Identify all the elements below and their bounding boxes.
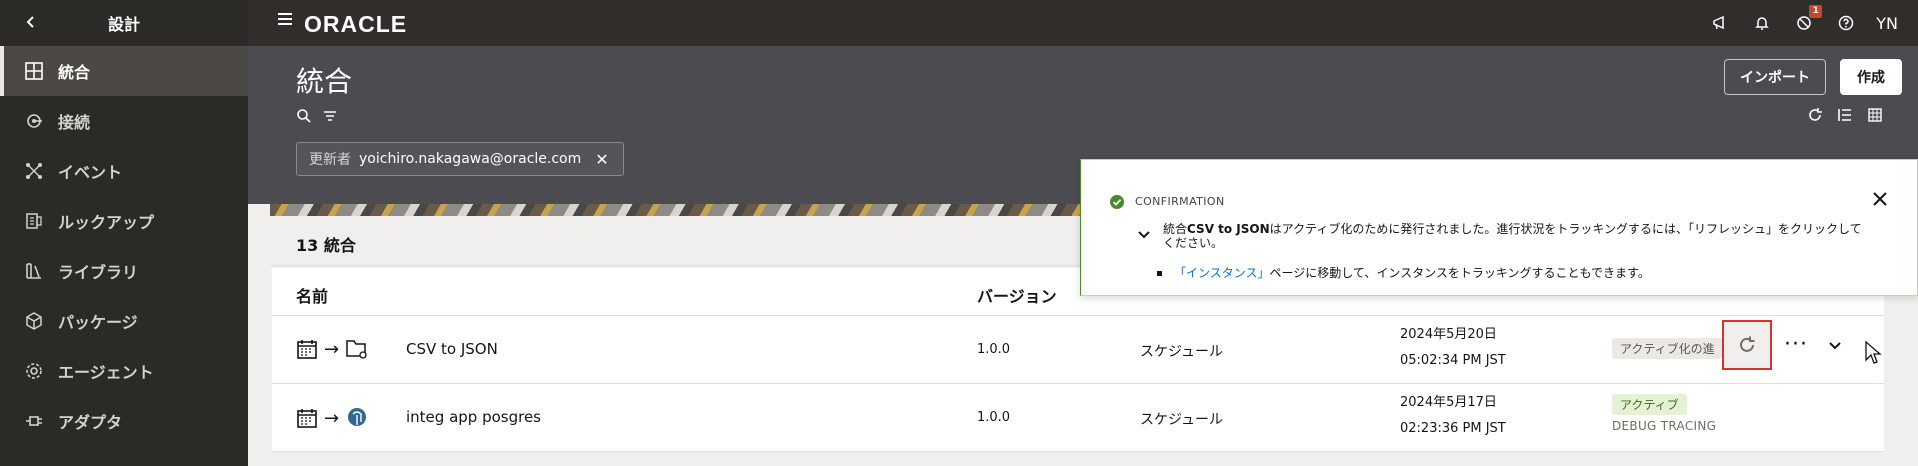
status-badge: アクティブ <box>1612 394 1687 415</box>
integration-version: 1.0.0 <box>977 410 1011 425</box>
last-updated: 2024年5月20日 05:02:34 PM JST <box>1400 322 1506 374</box>
back-button[interactable] <box>20 11 42 33</box>
sidebar-item-label: 接続 <box>58 113 91 132</box>
grid-view-icon[interactable] <box>1866 106 1884 124</box>
toast-message: 統合CSV to JSONはアクティブ化のために発行されました。進行状況をトラッ… <box>1163 222 1863 250</box>
integration-icon <box>22 59 46 83</box>
status: アクティブ DEBUG TRACING <box>1612 394 1716 433</box>
help-icon[interactable] <box>1834 11 1858 35</box>
sidebar-item-label: アダプタ <box>58 413 123 432</box>
mouse-cursor-icon <box>1864 340 1882 370</box>
table-row[interactable]: → CSV to JSON 1.0.0 スケジュール 2024年5月20日 05… <box>272 316 1884 384</box>
issues-icon[interactable]: 1 <box>1792 5 1823 35</box>
table-row[interactable]: → integ app posgres 1.0.0 スケジュール 2024年5月… <box>272 384 1884 452</box>
view-tools <box>1806 106 1884 124</box>
lookup-icon <box>22 209 46 233</box>
file-folder-icon <box>346 340 367 359</box>
column-header-version[interactable]: バージョン <box>977 283 1057 307</box>
column-header-name[interactable]: 名前 <box>296 283 328 307</box>
sidebar-item-label: イベント <box>58 163 123 182</box>
filter-icon[interactable] <box>322 108 338 124</box>
integration-pattern: スケジュール <box>1140 344 1224 360</box>
integration-name[interactable]: integ app posgres <box>406 408 541 426</box>
chevron-down-icon[interactable] <box>1828 336 1842 355</box>
bullet-dot <box>1157 271 1162 276</box>
search-tools <box>296 108 338 124</box>
last-updated-time: 05:02:34 PM JST <box>1400 353 1506 368</box>
sidebar-item-agents[interactable]: エージェント <box>0 346 248 396</box>
postgresql-elephant-icon <box>348 408 367 426</box>
sidebar-item-connections[interactable]: 接続 <box>0 96 248 146</box>
integration-type-icons: → <box>296 338 369 360</box>
refresh-status-button[interactable] <box>1722 320 1772 370</box>
schedule-calendar-icon <box>297 340 317 359</box>
package-icon <box>22 309 46 333</box>
filter-chip-label: 更新者 <box>309 152 351 168</box>
connection-icon <box>22 109 46 133</box>
search-icon[interactable] <box>296 108 312 124</box>
agent-icon <box>22 359 46 383</box>
more-actions-icon[interactable]: ··· <box>1784 332 1808 357</box>
schedule-calendar-icon <box>297 409 317 428</box>
arrow-right-icon: → <box>324 407 340 429</box>
integration-pattern: スケジュール <box>1140 412 1224 428</box>
last-updated-time: 02:23:36 PM JST <box>1400 421 1506 436</box>
toast-message-integration: CSV to JSON <box>1187 222 1270 236</box>
sidebar-item-label: 統合 <box>58 63 91 82</box>
status: アクティブ化の進 <box>1612 338 1723 359</box>
sidebar-item-integrations[interactable]: 統合 <box>0 46 248 96</box>
sidebar: 設計 統合 接続 イベント ルックアップ ライブラリ パッケージ エージェント … <box>0 0 248 466</box>
instances-link[interactable]: 「インスタンス」 <box>1174 266 1270 280</box>
sidebar-item-packages[interactable]: パッケージ <box>0 296 248 346</box>
hamburger-menu-icon[interactable] <box>278 13 292 27</box>
top-bar: ORACLE 1 YN <box>248 0 1918 46</box>
confirmation-toast: CONFIRMATION 統合CSV to JSONはアクティブ化のために発行さ… <box>1080 159 1918 296</box>
sidebar-item-adapters[interactable]: アダプタ <box>0 396 248 446</box>
create-button[interactable]: 作成 <box>1840 59 1902 95</box>
chevron-left-icon <box>26 16 34 28</box>
status-badge: アクティブ化の進 <box>1612 338 1723 359</box>
notification-badge: 1 <box>1809 5 1823 18</box>
integration-version: 1.0.0 <box>977 342 1011 357</box>
remove-filter-icon[interactable]: ✕ <box>595 150 608 169</box>
toast-title: CONFIRMATION <box>1135 195 1225 208</box>
integration-name[interactable]: CSV to JSON <box>406 340 498 358</box>
results-count: 13 統合 <box>296 236 356 255</box>
event-icon <box>22 159 46 183</box>
oracle-logo: ORACLE <box>304 11 408 37</box>
tracing-level: DEBUG TRACING <box>1612 419 1717 433</box>
top-icons: 1 YN <box>1708 0 1898 46</box>
refresh-icon[interactable] <box>1806 106 1824 124</box>
page-title: 統合 <box>296 65 353 98</box>
close-icon[interactable] <box>1871 190 1889 208</box>
sidebar-item-label: エージェント <box>58 363 154 382</box>
toast-message-prefix: 統合 <box>1163 222 1188 236</box>
integration-type-icons: → <box>296 406 369 430</box>
toast-bullet-text: ページに移動して、インスタンスをトラッキングすることもできます。 <box>1269 266 1650 280</box>
arrow-right-icon: → <box>324 338 340 360</box>
notification-bell-icon[interactable] <box>1750 11 1774 35</box>
filter-chip[interactable]: 更新者 yoichiro.nakagawa@oracle.com ✕ <box>296 142 624 176</box>
last-updated: 2024年5月17日 02:23:36 PM JST <box>1400 390 1506 442</box>
last-updated-date: 2024年5月17日 <box>1400 395 1497 410</box>
filter-chip-value: yoichiro.nakagawa@oracle.com <box>359 151 582 167</box>
refresh-icon <box>1740 336 1755 352</box>
import-button[interactable]: インポート <box>1724 59 1826 95</box>
announcement-icon[interactable] <box>1708 11 1732 35</box>
last-updated-date: 2024年5月20日 <box>1400 327 1497 342</box>
sidebar-item-label: パッケージ <box>58 313 138 332</box>
sidebar-item-events[interactable]: イベント <box>0 146 248 196</box>
adapter-icon <box>22 409 46 433</box>
user-avatar[interactable]: YN <box>1876 14 1898 33</box>
library-icon <box>22 259 46 283</box>
sidebar-header: 設計 <box>0 0 248 46</box>
sidebar-item-lookups[interactable]: ルックアップ <box>0 196 248 246</box>
toast-bullet: 「インスタンス」ページに移動して、インスタンスをトラッキングすることもできます。 <box>1157 264 1650 281</box>
success-check-icon <box>1110 195 1124 209</box>
sidebar-item-libraries[interactable]: ライブラリ <box>0 246 248 296</box>
sidebar-item-label: ライブラリ <box>58 263 139 282</box>
chevron-down-icon[interactable] <box>1137 230 1151 240</box>
sidebar-item-label: ルックアップ <box>58 213 155 232</box>
list-view-icon[interactable] <box>1836 106 1854 124</box>
